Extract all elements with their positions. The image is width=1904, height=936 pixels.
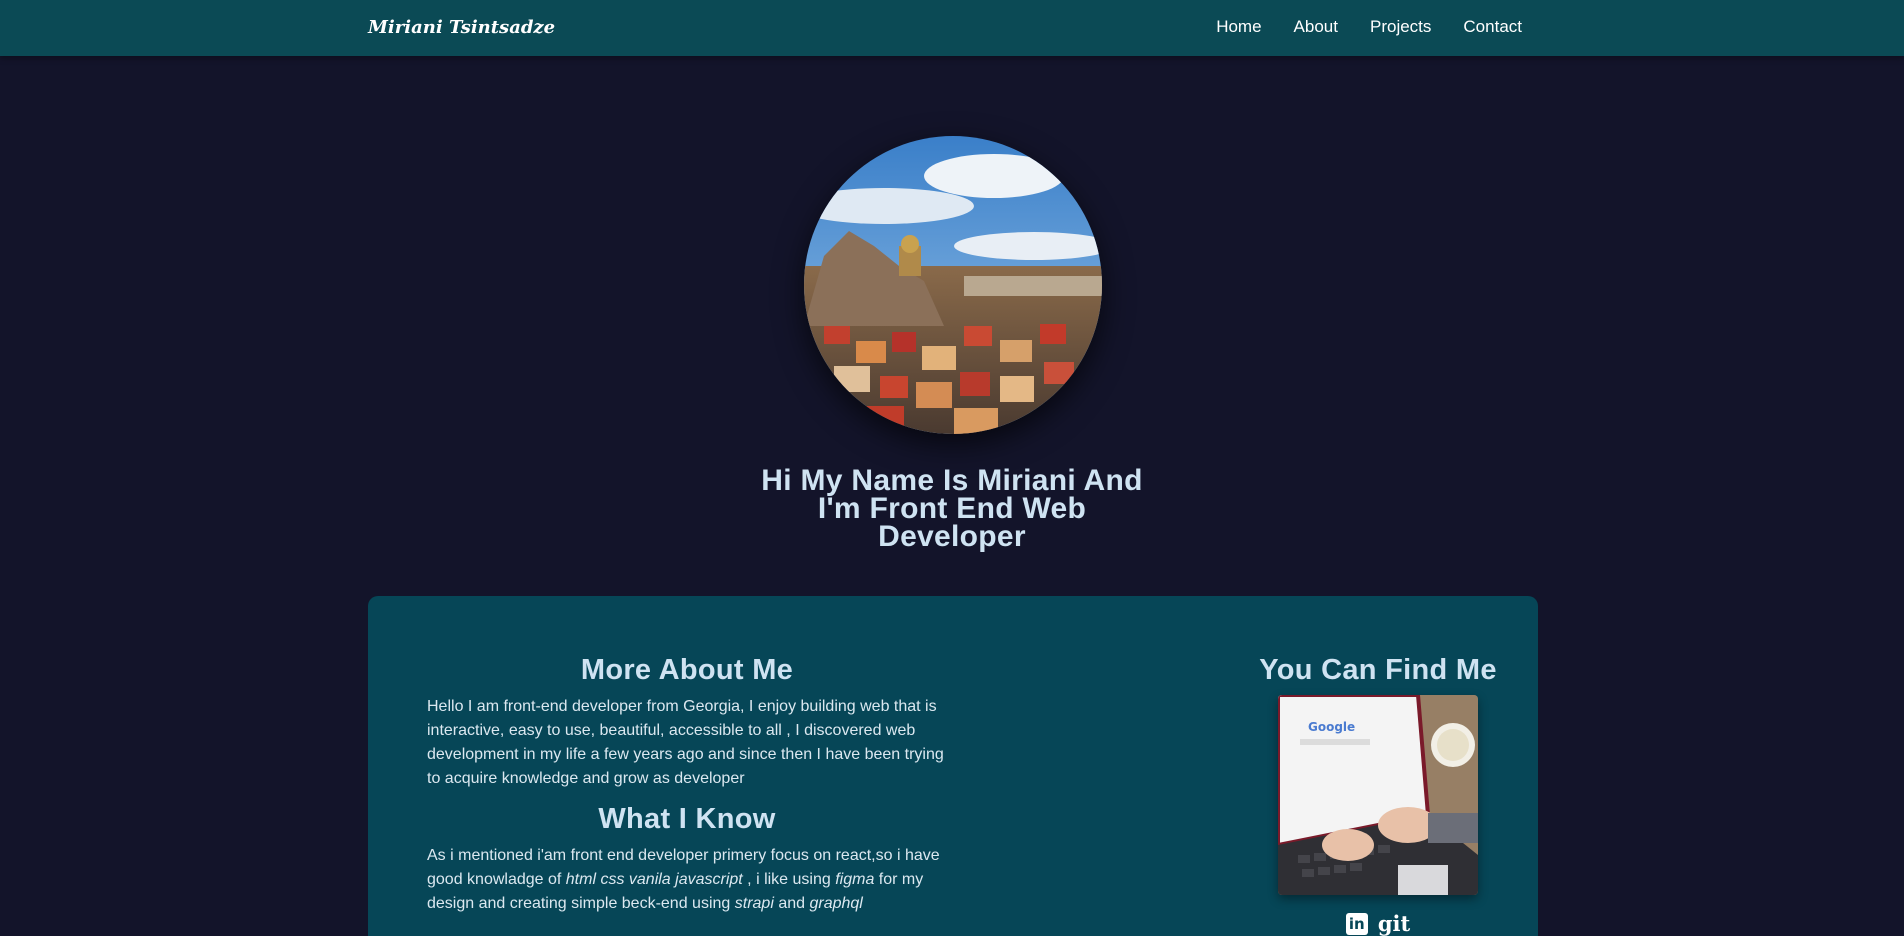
about-panel: More About Me Hello I am front-end devel… bbox=[368, 596, 1538, 936]
social-links: in git bbox=[1228, 911, 1528, 936]
git-link[interactable]: git bbox=[1378, 911, 1410, 936]
hero-title: Hi My Name Is Miriani And I'm Front End … bbox=[761, 464, 1143, 553]
skills-text-part: and bbox=[773, 895, 810, 912]
about-column: More About Me Hello I am front-end devel… bbox=[427, 654, 947, 916]
skills-text: As i mentioned i'am front end developer … bbox=[427, 844, 947, 916]
brand-logo[interactable]: Miriani Tsintsadze bbox=[368, 17, 555, 38]
nav-links: Home About Projects Contact bbox=[1216, 17, 1522, 37]
find-me-column: You Can Find Me Google in git bbox=[1228, 654, 1528, 936]
skills-highlight: graphql bbox=[809, 895, 863, 912]
about-text: Hello I am front-end developer from Geor… bbox=[427, 698, 944, 787]
about-heading: More About Me bbox=[580, 654, 794, 686]
skills-highlight: figma bbox=[835, 871, 875, 888]
nav-link-about[interactable]: About bbox=[1294, 17, 1338, 37]
nav-link-contact[interactable]: Contact bbox=[1463, 17, 1522, 37]
laptop-photo: Google bbox=[1278, 695, 1478, 895]
skills-highlight: strapi bbox=[734, 895, 774, 912]
navbar: Miriani Tsintsadze Home About Projects C… bbox=[0, 0, 1904, 56]
nav-link-projects[interactable]: Projects bbox=[1370, 17, 1431, 37]
hero-city-photo bbox=[804, 136, 1102, 434]
skills-text-part: , i like using bbox=[742, 871, 836, 888]
svg-text:Google: Google bbox=[1308, 720, 1355, 734]
nav-link-home[interactable]: Home bbox=[1216, 17, 1261, 37]
skills-heading: What I Know bbox=[598, 803, 776, 835]
linkedin-icon[interactable]: in bbox=[1345, 912, 1368, 935]
find-me-heading: You Can Find Me bbox=[1259, 654, 1497, 686]
skills-highlight: html css vanila javascript bbox=[565, 871, 743, 888]
